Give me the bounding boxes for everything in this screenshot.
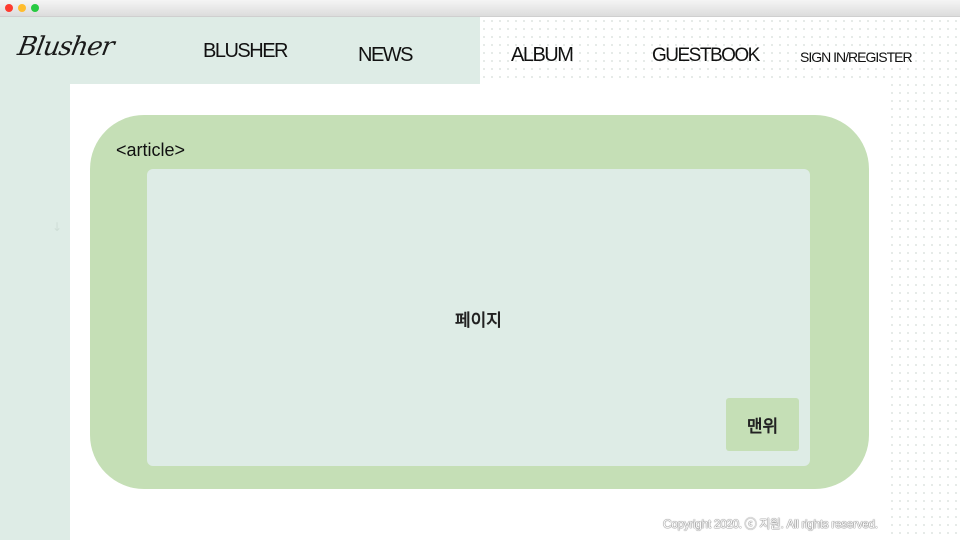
sidebar: ↓ — [0, 84, 70, 540]
footer-copyright: Copyright 2020. ⓒ 지원. All rights reserve… — [663, 517, 878, 531]
close-window-icon[interactable] — [5, 4, 13, 12]
article-label: <article> — [116, 140, 186, 160]
page-container: 페이지 맨위 — [147, 169, 810, 466]
site-logo[interactable]: Blusher — [15, 32, 115, 62]
arrow-down-icon: ↓ — [52, 220, 63, 234]
nav-guestbook[interactable]: GUESTBOOK — [652, 45, 760, 67]
nav-news[interactable]: NEWS — [358, 44, 414, 67]
page-label: 페이지 — [455, 311, 502, 331]
nav-sign-in-register[interactable]: SIGN IN/REGISTER — [800, 49, 913, 65]
minimize-window-icon[interactable] — [18, 4, 26, 12]
scroll-to-top-button[interactable]: 맨위 — [726, 398, 799, 451]
maximize-window-icon[interactable] — [31, 4, 39, 12]
browser-titlebar — [0, 0, 960, 17]
nav-blusher[interactable]: BLUSHER — [203, 40, 288, 63]
article-container: <article> 페이지 맨위 — [90, 115, 869, 489]
nav-album[interactable]: ALBUM — [511, 44, 574, 67]
